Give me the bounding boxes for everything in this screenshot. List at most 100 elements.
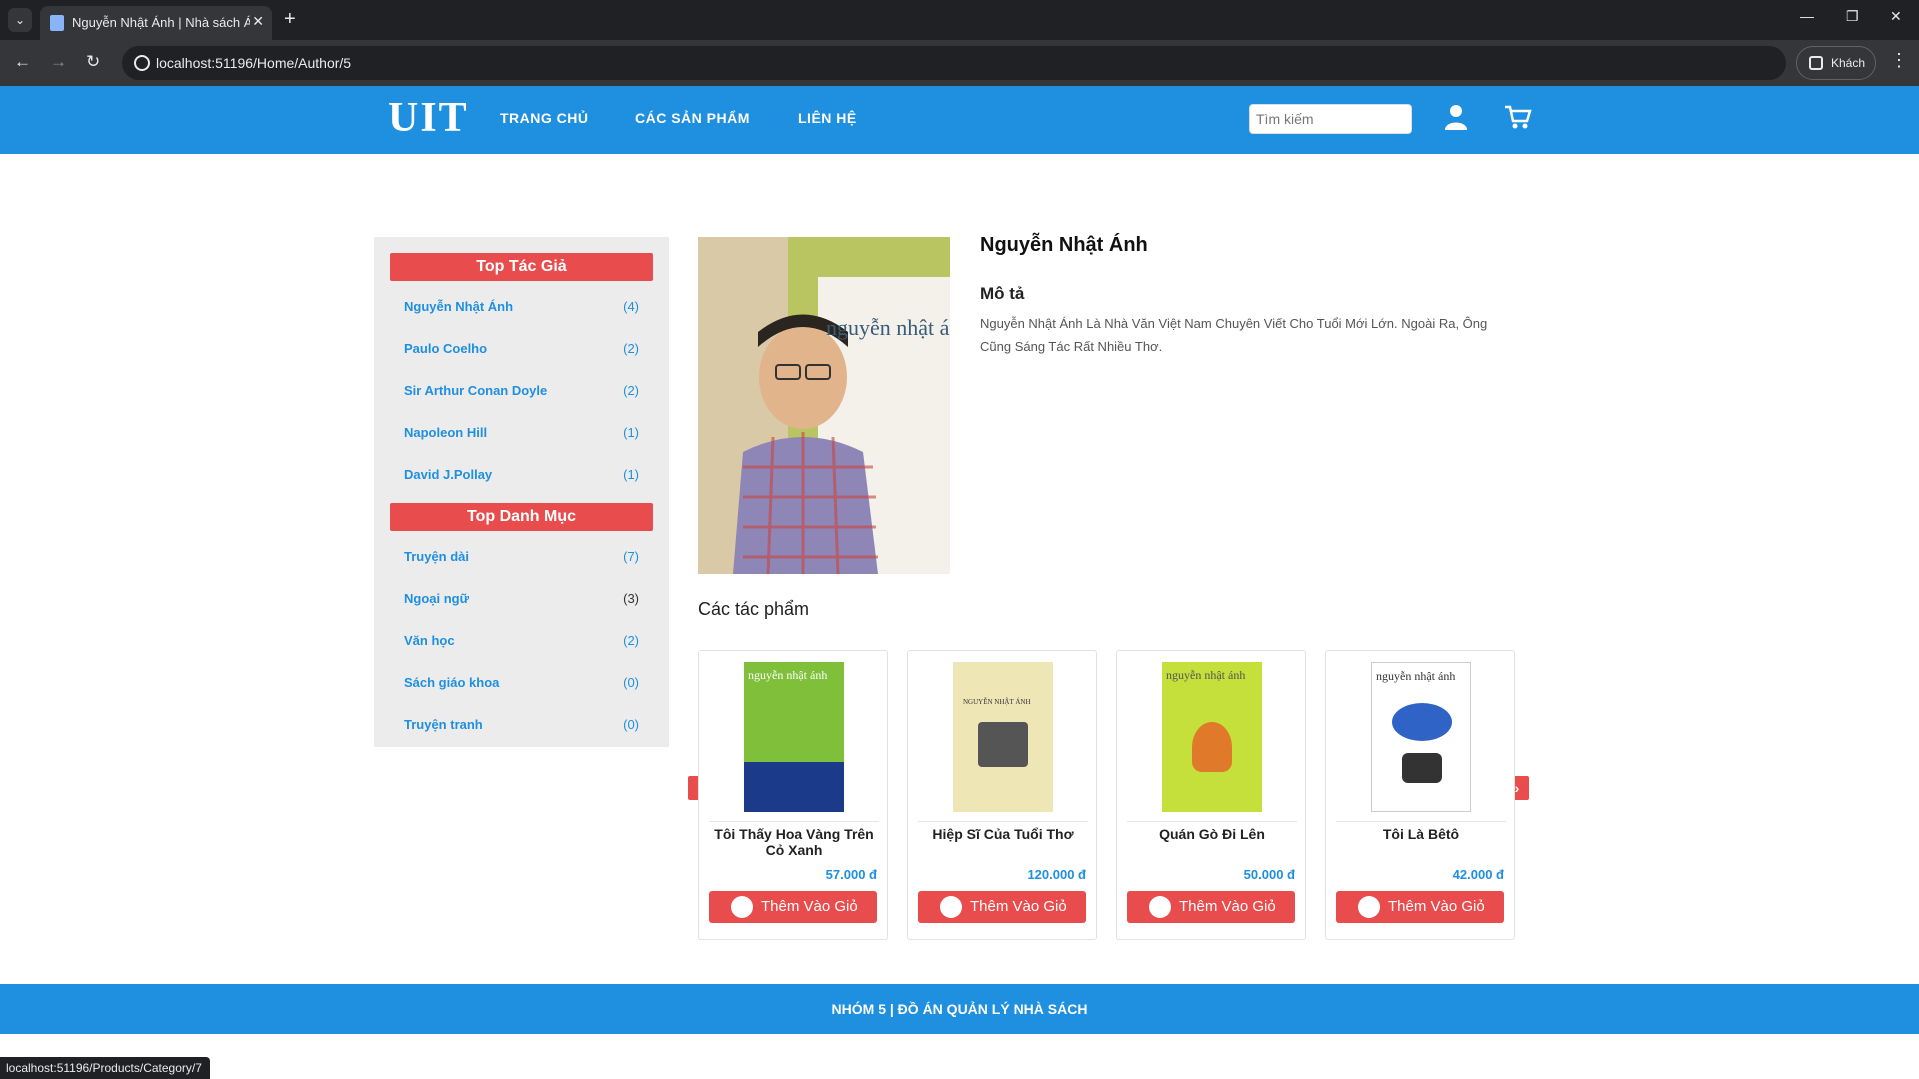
author-count: (1) <box>623 467 639 482</box>
url-text: localhost:51196/Home/Author/5 <box>156 55 352 71</box>
browser-toolbar: ← → ↻ localhost:51196/Home/Author/5 Khác… <box>0 40 1919 86</box>
category-count: (0) <box>623 675 639 690</box>
user-icon[interactable] <box>1444 104 1468 135</box>
back-icon[interactable]: ← <box>14 52 31 72</box>
book-title[interactable]: Hiệp Sĩ Của Tuổi Thơ <box>916 826 1090 842</box>
top-categories-heading: Top Danh Mục <box>390 503 653 531</box>
book-cover[interactable]: nguyễn nhật ánh <box>744 662 844 812</box>
cart-icon[interactable] <box>1504 104 1532 135</box>
restore-icon[interactable]: ❐ <box>1846 8 1859 25</box>
book-price: 42.000 đ <box>1452 867 1504 882</box>
card-divider <box>709 821 879 822</box>
category-name[interactable]: Truyện tranh <box>404 717 483 732</box>
book-cover[interactable]: NGUYỄN NHẬT ÁNH <box>953 662 1053 812</box>
tab-title: Nguyễn Nhật Ánh | Nhà sách Á <box>72 15 250 30</box>
product-card[interactable]: NGUYỄN NHẬT ÁNH Hiệp Sĩ Của Tuổi Thơ 120… <box>907 650 1097 940</box>
description-heading: Mô tả <box>980 284 1025 303</box>
page-icon <box>50 15 64 31</box>
cart-icon <box>1149 896 1171 918</box>
author-count: (4) <box>623 299 639 314</box>
book-title[interactable]: Tôi Thấy Hoa Vàng Trên Cỏ Xanh <box>707 826 881 858</box>
book-title[interactable]: Quán Gò Đi Lên <box>1125 826 1299 842</box>
book-cover[interactable]: nguyễn nhật ánh <box>1162 662 1262 812</box>
search-input[interactable] <box>1249 104 1412 134</box>
book-price: 120.000 đ <box>1027 867 1086 882</box>
profile-icon <box>1809 56 1823 70</box>
photo-book-text: nguyễn nhật ánh <box>826 315 950 340</box>
site-header: UIT TRANG CHỦ CÁC SẢN PHẨM LIÊN HỆ <box>0 86 1919 154</box>
add-to-cart-label: Thêm Vào Giỏ <box>1388 898 1485 915</box>
new-tab-button[interactable]: + <box>284 8 296 30</box>
add-to-cart-label: Thêm Vào Giỏ <box>970 898 1067 915</box>
sidebar-category-item[interactable]: Truyện dài (7) <box>404 547 639 569</box>
product-card[interactable]: nguyễn nhật ánh Tôi Là Bêtô 42.000 đ Thê… <box>1325 650 1515 940</box>
sidebar-author-item[interactable]: Napoleon Hill (1) <box>404 423 639 445</box>
profile-button[interactable]: Khách <box>1796 46 1876 80</box>
site-footer: NHÓM 5 | ĐỒ ÁN QUẢN LÝ NHÀ SÁCH <box>0 984 1919 1034</box>
author-name[interactable]: Napoleon Hill <box>404 425 487 440</box>
reload-icon[interactable]: ↻ <box>86 52 100 72</box>
cart-icon <box>731 896 753 918</box>
book-price: 50.000 đ <box>1243 867 1295 882</box>
product-card[interactable]: nguyễn nhật ánh Quán Gò Đi Lên 50.000 đ … <box>1116 650 1306 940</box>
nav-products[interactable]: CÁC SẢN PHẨM <box>635 110 750 126</box>
nav-home[interactable]: TRANG CHỦ <box>500 110 589 126</box>
author-name-heading: Nguyễn Nhật Ánh <box>980 234 1148 256</box>
works-heading: Các tác phẩm <box>698 599 810 619</box>
sidebar: Top Tác Giả Nguyễn Nhật Ánh (4) Paulo Coe… <box>374 237 669 747</box>
book-cover[interactable]: nguyễn nhật ánh <box>1371 662 1471 812</box>
add-to-cart-button[interactable]: Thêm Vào Giỏ <box>918 891 1086 923</box>
profile-label: Khách <box>1831 56 1866 70</box>
author-name[interactable]: David J.Pollay <box>404 467 492 482</box>
sidebar-category-item[interactable]: Văn học (2) <box>404 631 639 653</box>
nav-contact[interactable]: LIÊN HỆ <box>798 110 857 126</box>
sidebar-author-item[interactable]: Nguyễn Nhật Ánh (4) <box>404 297 639 319</box>
category-name[interactable]: Truyện dài <box>404 549 469 564</box>
site-logo[interactable]: UIT <box>388 94 469 142</box>
card-divider <box>1336 821 1506 822</box>
sidebar-author-item[interactable]: David J.Pollay (1) <box>404 465 639 487</box>
category-count: (0) <box>623 717 639 732</box>
forward-icon[interactable]: → <box>50 52 67 72</box>
add-to-cart-button[interactable]: Thêm Vào Giỏ <box>1336 891 1504 923</box>
author-name[interactable]: Paulo Coelho <box>404 341 487 356</box>
site-info-icon[interactable] <box>134 55 150 71</box>
top-authors-heading: Top Tác Giả <box>390 253 653 281</box>
sidebar-category-item[interactable]: Truyện tranh (0) <box>404 715 639 737</box>
category-name[interactable]: Ngoại ngữ <box>404 591 469 606</box>
minimize-icon[interactable]: — <box>1800 8 1814 24</box>
cart-icon <box>1358 896 1380 918</box>
category-count: (3) <box>623 591 639 606</box>
author-name[interactable]: Nguyễn Nhật Ánh <box>404 299 513 314</box>
status-bar-url: localhost:51196/Products/Category/7 <box>0 1057 210 1079</box>
card-divider <box>1127 821 1297 822</box>
tab-search-button[interactable]: ⌄ <box>8 8 32 32</box>
window-close-icon[interactable]: ✕ <box>1890 8 1902 25</box>
product-card[interactable]: nguyễn nhật ánh Tôi Thấy Hoa Vàng Trên C… <box>698 650 888 940</box>
author-description: Nguyễn Nhật Ánh Là Nhà Văn Việt Nam Chuy… <box>980 316 1488 354</box>
add-to-cart-button[interactable]: Thêm Vào Giỏ <box>709 891 877 923</box>
cover-author-text: nguyễn nhật ánh <box>748 668 828 682</box>
cover-author-text: NGUYỄN NHẬT ÁNH <box>963 698 1031 706</box>
sidebar-category-item[interactable]: Sách giáo khoa (0) <box>404 673 639 695</box>
menu-icon[interactable]: ⋮ <box>1890 50 1908 71</box>
author-name[interactable]: Sir Arthur Conan Doyle <box>404 383 547 398</box>
add-to-cart-button[interactable]: Thêm Vào Giỏ <box>1127 891 1295 923</box>
author-count: (2) <box>623 383 639 398</box>
sidebar-author-item[interactable]: Sir Arthur Conan Doyle (2) <box>404 381 639 403</box>
browser-tab-bar: ⌄ Nguyễn Nhật Ánh | Nhà sách Á ✕ + — ❐ ✕ <box>0 0 1919 40</box>
cover-author-text: nguyễn nhật ánh <box>1376 669 1456 683</box>
sidebar-category-item[interactable]: Ngoại ngữ (3) <box>404 589 639 611</box>
browser-tab[interactable]: Nguyễn Nhật Ánh | Nhà sách Á ✕ <box>40 6 272 40</box>
book-price: 57.000 đ <box>825 867 877 882</box>
category-name[interactable]: Sách giáo khoa <box>404 675 499 690</box>
category-count: (7) <box>623 549 639 564</box>
sidebar-author-item[interactable]: Paulo Coelho (2) <box>404 339 639 361</box>
category-name[interactable]: Văn học <box>404 633 455 648</box>
author-count: (2) <box>623 341 639 356</box>
add-to-cart-label: Thêm Vào Giỏ <box>1179 898 1276 915</box>
author-count: (1) <box>623 425 639 440</box>
book-title[interactable]: Tôi Là Bêtô <box>1334 826 1508 842</box>
close-icon[interactable]: ✕ <box>252 13 264 30</box>
address-bar[interactable]: localhost:51196/Home/Author/5 <box>122 46 1786 80</box>
